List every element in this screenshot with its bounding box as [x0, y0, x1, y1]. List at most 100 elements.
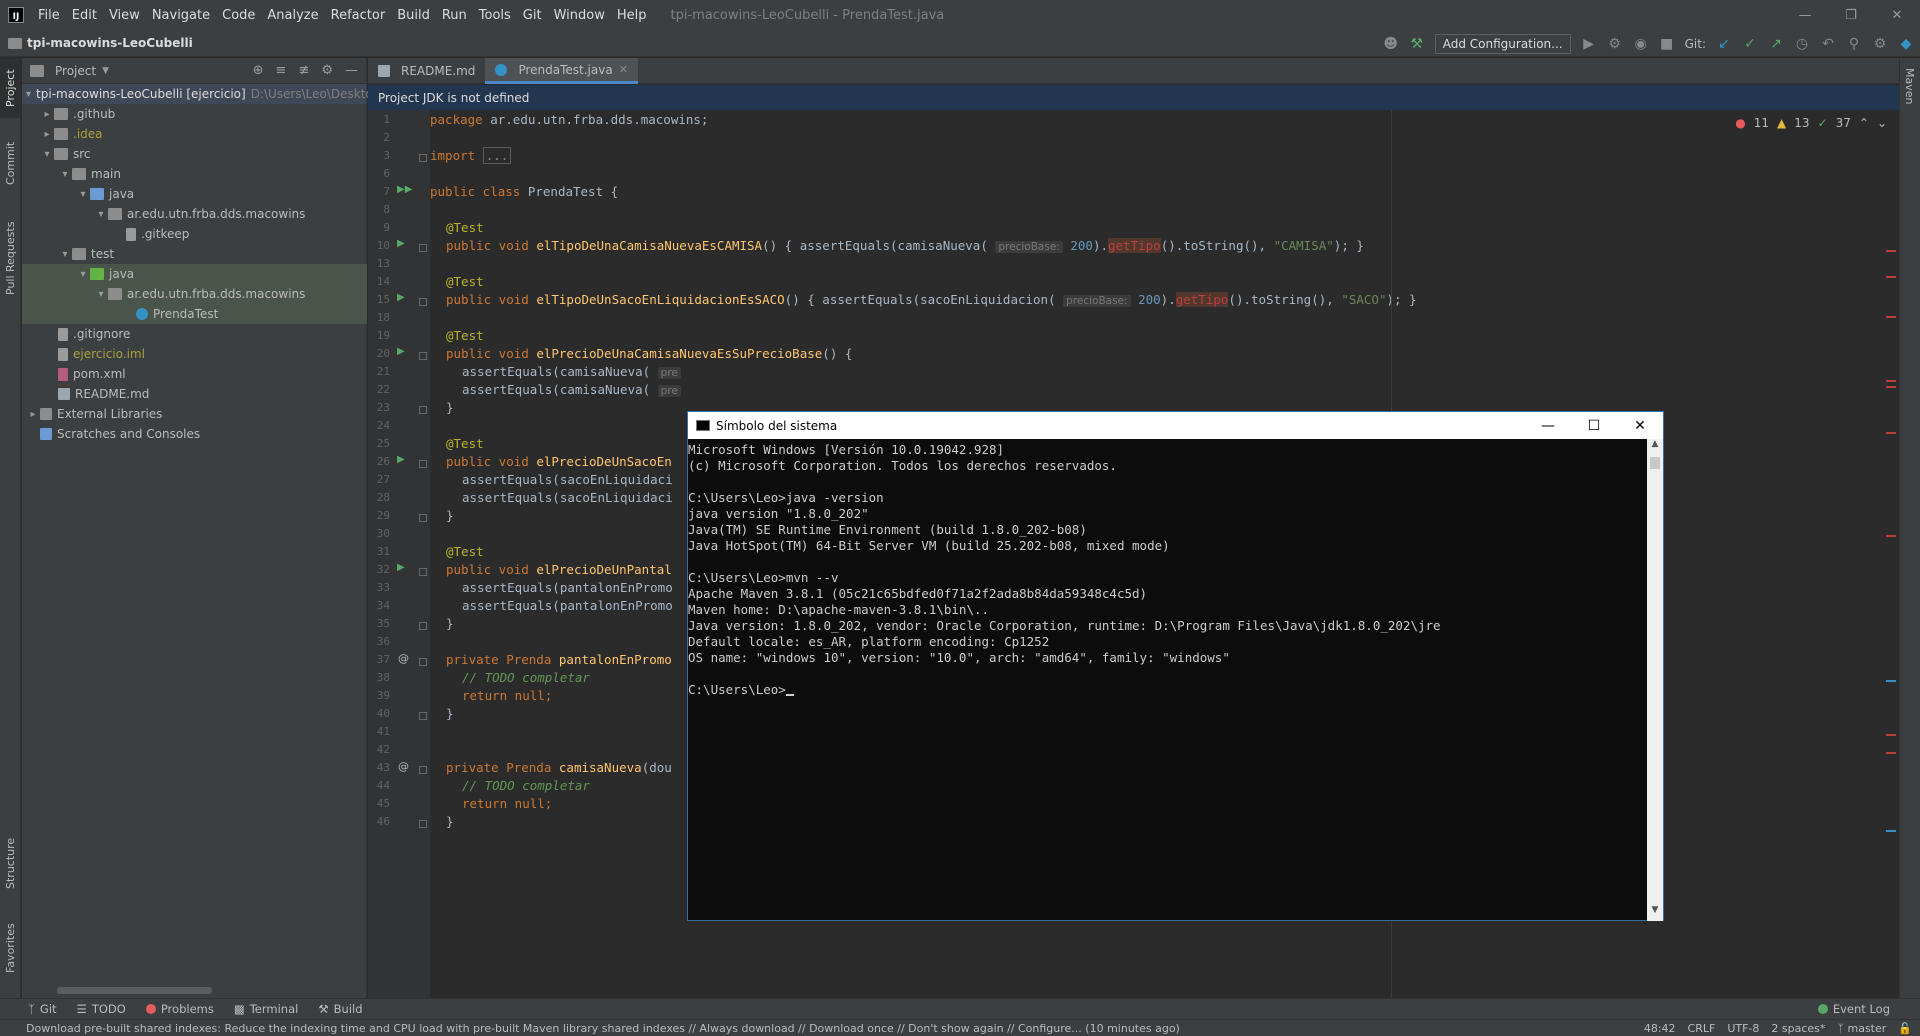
error-marker[interactable] — [1886, 250, 1896, 252]
scroll-down-icon[interactable]: ▼ — [1647, 905, 1663, 921]
run-test-icon[interactable]: ▶ — [397, 454, 405, 465]
folded-imports[interactable]: ... — [482, 147, 512, 164]
tool-git[interactable]: ᛉ Git — [0, 1002, 67, 1016]
chevron-down-icon[interactable]: ▾ — [58, 249, 72, 260]
minimize-icon[interactable]: — — [1782, 0, 1828, 30]
line-separator[interactable]: CRLF — [1688, 1022, 1716, 1035]
error-marker[interactable] — [1886, 276, 1896, 278]
locate-icon[interactable]: ⊕ — [253, 63, 264, 78]
indent-setting[interactable]: 2 spaces* — [1771, 1022, 1825, 1035]
chevron-down-icon[interactable]: ⌄ — [1877, 116, 1887, 130]
tree-item-idea[interactable]: ▸ .idea — [22, 124, 367, 144]
expand-all-icon[interactable]: ≡ — [276, 63, 287, 78]
run-test-icon[interactable]: ▶ — [397, 292, 405, 303]
tree-item-iml[interactable]: ejercicio.iml — [22, 344, 367, 364]
collapse-all-icon[interactable]: ≢ — [298, 63, 309, 78]
menu-build[interactable]: Build — [391, 8, 436, 23]
implementation-marker-icon[interactable]: @ — [398, 760, 409, 773]
todo-marker[interactable] — [1886, 830, 1896, 832]
chevron-right-icon[interactable]: ▸ — [40, 129, 54, 140]
fold-icon[interactable] — [419, 406, 427, 414]
tree-item-gitkeep[interactable]: .gitkeep — [22, 224, 367, 244]
tree-item-github[interactable]: ▸ .github — [22, 104, 367, 124]
cmd-titlebar[interactable]: Símbolo del sistema — ☐ ✕ — [688, 412, 1663, 439]
run-icon[interactable]: ▶ — [1581, 36, 1597, 52]
menu-analyze[interactable]: Analyze — [261, 8, 324, 23]
tree-item-src[interactable]: ▾ src — [22, 144, 367, 164]
fold-icon[interactable] — [419, 352, 427, 360]
menu-run[interactable]: Run — [436, 8, 473, 23]
tree-item-root[interactable]: ▾ tpi-macowins-LeoCubelli [ejercicio] D:… — [22, 84, 373, 104]
console-prompt-line[interactable]: C:\Users\Leo> — [688, 682, 1648, 698]
tool-tab-maven[interactable]: Maven — [1903, 68, 1916, 104]
git-push-icon[interactable]: ↗ — [1768, 36, 1784, 52]
menu-help[interactable]: Help — [611, 8, 653, 23]
tool-tab-project[interactable]: Project — [0, 58, 21, 118]
tree-item-test-package[interactable]: ▾ ar.edu.utn.frba.dds.macowins — [22, 284, 367, 304]
chevron-down-icon[interactable]: ▾ — [40, 149, 54, 160]
implementation-marker-icon[interactable]: @ — [398, 652, 409, 665]
tool-todo[interactable]: ☰ TODO — [67, 1002, 136, 1016]
breadcrumb[interactable]: tpi-macowins-LeoCubelli — [8, 36, 193, 50]
chevron-down-icon[interactable]: ▾ — [26, 89, 31, 100]
chevron-down-icon[interactable]: ▾ — [94, 289, 108, 300]
fold-icon[interactable] — [419, 622, 427, 630]
options-gear-icon[interactable]: ⚙ — [321, 63, 333, 78]
error-marker[interactable] — [1886, 535, 1896, 537]
close-icon[interactable]: ✕ — [1617, 412, 1663, 439]
chevron-up-icon[interactable]: ⌃ — [1859, 116, 1869, 130]
run-test-icon[interactable]: ▶ — [397, 562, 405, 573]
status-message[interactable]: Download pre-built shared indexes: Reduc… — [0, 1022, 1600, 1035]
tool-tab-favorites[interactable]: Favorites — [0, 913, 21, 983]
scroll-thumb[interactable] — [1650, 457, 1660, 469]
error-marker[interactable] — [1886, 752, 1896, 754]
fold-icon[interactable] — [419, 568, 427, 576]
fold-icon[interactable] — [419, 298, 427, 306]
tree-item-gitignore[interactable]: .gitignore — [22, 324, 367, 344]
menu-edit[interactable]: Edit — [66, 8, 103, 23]
menu-file[interactable]: File — [32, 8, 66, 23]
chevron-right-icon[interactable]: ▸ — [26, 409, 40, 420]
minimize-icon[interactable]: — — [1525, 412, 1571, 439]
tree-item-main-package[interactable]: ▾ ar.edu.utn.frba.dds.macowins — [22, 204, 367, 224]
tree-item-external-libraries[interactable]: ▸ External Libraries — [22, 404, 367, 424]
command-prompt-window[interactable]: Símbolo del sistema — ☐ ✕ Microsoft Wind… — [687, 411, 1664, 921]
git-branch[interactable]: ᛉ master — [1837, 1022, 1886, 1035]
run-test-icon[interactable]: ▶ — [397, 238, 405, 249]
tool-event-log[interactable]: Event Log — [1808, 1002, 1920, 1016]
scroll-up-icon[interactable]: ▲ — [1647, 439, 1663, 455]
fold-icon[interactable] — [419, 658, 427, 666]
tool-tab-commit[interactable]: Commit — [0, 133, 21, 193]
chevron-down-icon[interactable]: ▾ — [76, 189, 90, 200]
horizontal-scrollbar[interactable] — [57, 987, 212, 994]
stop-icon[interactable]: ■ — [1659, 36, 1675, 52]
tree-item-test[interactable]: ▾ test — [22, 244, 367, 264]
tree-item-readme[interactable]: README.md — [22, 384, 367, 404]
chevron-down-icon[interactable]: ▼ — [102, 66, 109, 76]
fold-icon[interactable] — [419, 154, 427, 162]
debug-icon[interactable]: ⚙ — [1607, 36, 1623, 52]
chevron-down-icon[interactable]: ▾ — [58, 169, 72, 180]
chevron-right-icon[interactable]: ▸ — [40, 109, 54, 120]
run-class-icon[interactable]: ▶▶ — [397, 184, 412, 195]
menu-refactor[interactable]: Refactor — [325, 8, 392, 23]
project-panel-title[interactable]: Project — [55, 64, 96, 78]
error-marker[interactable] — [1886, 432, 1896, 434]
tree-item-prendatest[interactable]: PrendaTest — [22, 304, 367, 324]
breadcrumb-project[interactable]: tpi-macowins-LeoCubelli — [27, 36, 193, 50]
menu-git[interactable]: Git — [517, 8, 548, 23]
tab-readme[interactable]: README.md — [368, 58, 485, 84]
todo-marker[interactable] — [1886, 680, 1896, 682]
menu-code[interactable]: Code — [216, 8, 261, 23]
menu-window[interactable]: Window — [548, 8, 611, 23]
error-marker[interactable] — [1886, 386, 1896, 388]
error-marker[interactable] — [1886, 380, 1896, 382]
search-icon[interactable]: ⚲ — [1846, 36, 1862, 52]
cmd-console-output[interactable]: Microsoft Windows [Versión 10.0.19042.92… — [688, 439, 1648, 921]
fold-icon[interactable] — [419, 514, 427, 522]
hide-panel-icon[interactable]: — — [345, 63, 358, 78]
tool-tab-pull-requests[interactable]: Pull Requests — [0, 208, 21, 308]
tree-item-main[interactable]: ▾ main — [22, 164, 367, 184]
error-marker[interactable] — [1886, 734, 1896, 736]
plugin-icon[interactable]: ◆ — [1898, 36, 1914, 52]
